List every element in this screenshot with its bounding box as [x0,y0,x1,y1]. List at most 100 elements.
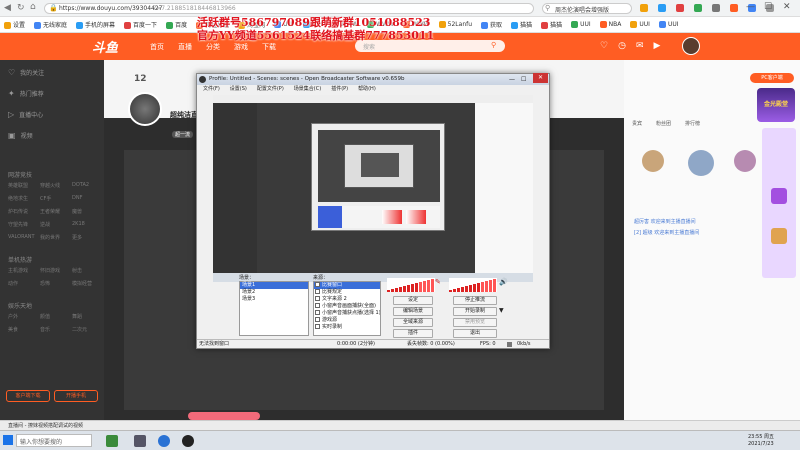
streamer-avatar[interactable] [128,92,162,126]
scene-item[interactable]: 场景2 [240,289,308,296]
user-avatar[interactable] [682,37,700,55]
source-item[interactable]: 比赛规定 [314,289,380,296]
sidebar-item[interactable]: ▣ 视频 [8,131,33,140]
sidebar-sub-item[interactable]: 模拟经营 [72,280,92,287]
site-nav-item[interactable]: 分类 [206,42,220,52]
sidebar-section-title[interactable]: 网游竞技 [8,170,32,179]
sidebar-sub-item[interactable]: 更多 [72,234,82,241]
start-record-button[interactable]: 开始录制 [453,307,497,316]
source-checkbox[interactable] [315,296,320,301]
message-icon[interactable]: ✉ [636,41,644,51]
source-item[interactable]: 游戏源 [314,317,380,324]
sidebar-footer-button[interactable]: 客户端下载 [6,390,50,402]
sidebar-sub-item[interactable]: 音乐 [40,326,50,333]
obs-menu-item[interactable]: 场景集合(C) [294,85,321,94]
sidebar-sub-item[interactable]: 动作 [8,280,18,287]
search-icon[interactable]: ⚲ [491,41,496,49]
sidebar-sub-item[interactable]: 炉石传说 [8,208,28,215]
sidebar-section-title[interactable]: 娱乐天地 [8,301,32,310]
settings-button[interactable]: 设定 [393,296,433,305]
sidebar-sub-item[interactable]: 主机游戏 [8,267,28,274]
rank-avatar[interactable] [734,150,756,172]
sidebar-sub-item[interactable]: DNF [72,195,82,201]
ext-icon[interactable] [658,4,666,12]
ext-icon[interactable] [640,4,648,12]
sidebar-sub-item[interactable]: 逆战 [40,221,50,228]
history-icon[interactable]: ◷ [618,41,626,51]
sidebar-sub-item[interactable]: 射击 [72,267,82,274]
sidebar-sub-item[interactable]: CF手 [40,195,51,202]
bookmark-item[interactable]: 无线家庭 [34,20,67,29]
window-minimize-icon[interactable]: — [746,2,755,12]
sidebar-sub-item[interactable]: 穿越火线 [40,182,60,189]
sidebar-sub-item[interactable]: 户外 [8,313,18,320]
source-checkbox[interactable] [315,310,320,315]
bookmark-item[interactable]: 百度 [166,20,187,29]
exit-button[interactable]: 退出 [453,329,497,338]
sidebar-sub-item[interactable]: 守望先锋 [8,221,28,228]
obs-menu-item[interactable]: 插件(P) [331,85,348,94]
bookmark-item[interactable]: 手机的屏幕 [76,20,115,29]
site-logo[interactable]: 斗鱼 [92,37,118,56]
sidebar-sub-item[interactable]: 舞蹈 [72,313,82,320]
sidebar-sub-item[interactable]: DOTA2 [72,182,89,188]
right-tab[interactable]: 贵宾 [632,120,642,127]
source-item[interactable]: 比赛窗口 [314,282,380,289]
sources-list[interactable]: 比赛窗口 比赛规定 文字来源 2 小窗声音画面捕获(全面) 小窗声音捕获点播(选择 1)… [313,281,381,336]
source-checkbox[interactable] [315,289,320,294]
sidebar-sub-item[interactable]: 怀旧游戏 [40,267,60,274]
site-nav-item[interactable]: 直播 [178,42,192,52]
sidebar-sub-item[interactable]: 魔兽 [72,208,82,215]
plugins-button[interactable]: 插件 [393,329,433,338]
taskbar-app-icon[interactable] [182,435,194,447]
obs-menu-item[interactable]: 设置(S) [230,85,247,94]
source-item[interactable]: 小窗声音画面捕获(全面) [314,303,380,310]
bookmark-item[interactable]: 获取 [481,20,502,29]
vu-meter-desktop[interactable] [449,278,497,292]
source-item[interactable]: 小窗声音捕获点播(选择 1) [314,310,380,317]
stop-stream-button[interactable]: 停止推流 [453,296,497,305]
vu-meter-mic[interactable] [387,278,435,292]
sidebar-item[interactable]: ▷ 直播中心 [8,110,43,119]
source-item[interactable]: 文字来源 2 [314,296,380,303]
bookmark-item[interactable]: UUI [658,21,679,28]
window-maximize-icon[interactable]: ☐ [764,2,772,12]
taskbar-app-icon[interactable] [158,435,170,447]
obs-menu-item[interactable]: 文件(F) [203,85,220,94]
sidebar-item[interactable]: ♡ 我的关注 [8,68,44,77]
window-maximize-icon[interactable]: ☐ [521,74,526,85]
pc-client-button[interactable]: PC客户端 [750,73,794,83]
bookmark-item[interactable]: 52Lanfu [438,21,472,28]
site-nav-item[interactable]: 游戏 [234,42,248,52]
bookmark-item[interactable]: 猫猫 [541,20,562,29]
start-icon[interactable] [3,435,13,445]
home-icon[interactable]: ⌂ [30,2,36,12]
sidebar-footer-button[interactable]: 开播手机 [54,390,98,402]
window-close-icon[interactable]: ✕ [533,73,548,83]
obs-menu-item[interactable]: 帮助(H) [358,85,376,94]
rank-avatar[interactable] [688,150,714,176]
taskbar-app-icon[interactable] [134,435,146,447]
window-close-icon[interactable]: ✕ [783,2,791,12]
gift-icon[interactable] [771,228,787,244]
sidebar-sub-item[interactable]: 颜值 [40,313,50,320]
speaker-icon[interactable]: 🔊 [499,278,508,286]
right-tab[interactable]: 排行榜 [685,120,700,127]
sidebar-sub-item[interactable]: 2K18 [72,221,85,227]
obs-menu-item[interactable]: 配置文件(P) [257,85,284,94]
source-checkbox[interactable] [315,303,320,308]
ext-icon[interactable] [676,4,684,12]
bookmark-item[interactable]: UUI [630,21,650,28]
ext-icon[interactable] [712,4,720,12]
sidebar-sub-item[interactable]: VALORANT [8,234,35,240]
refresh-icon[interactable]: ↻ [17,3,25,13]
taskbar-search[interactable]: 输入你想要搜的 [16,434,92,447]
scenes-list[interactable]: 场景1 场景2 场景3 [239,281,309,336]
sidebar-item[interactable]: ✦ 热门推荐 [8,89,44,98]
sidebar-sub-item[interactable]: 二次元 [72,326,87,333]
site-nav-item[interactable]: 首页 [150,42,164,52]
back-icon[interactable]: ◀ [4,3,11,13]
address-bar[interactable]: 🔒 https://www.douyu.com/39304427 ?=7.218… [44,3,534,14]
source-checkbox[interactable] [315,317,320,322]
ext-icon[interactable] [694,4,702,12]
